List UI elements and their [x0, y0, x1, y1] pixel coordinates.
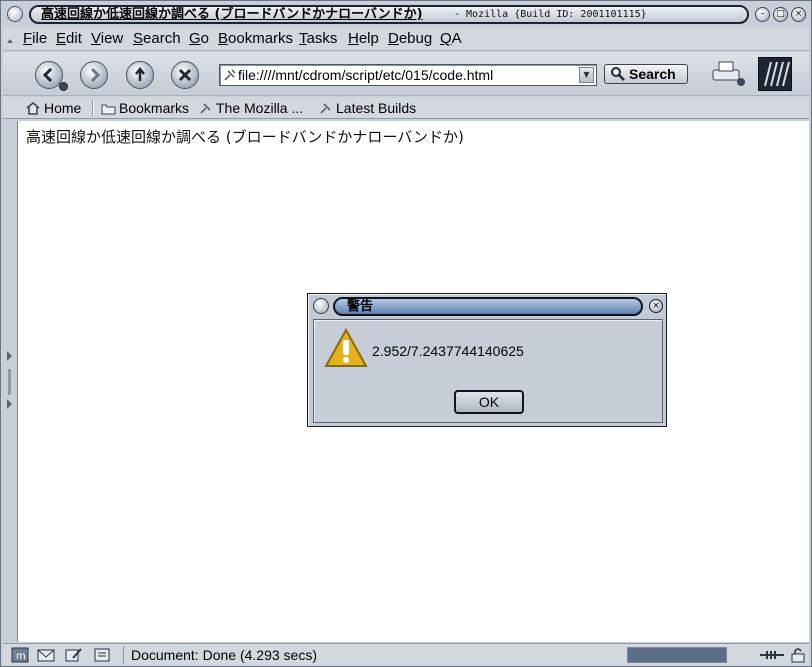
url-input[interactable] [238, 66, 578, 84]
menu-file[interactable]: File [23, 30, 47, 48]
stop-button[interactable] [171, 61, 199, 89]
magnifier-icon [611, 67, 625, 81]
close-icon[interactable]: × [791, 7, 806, 22]
home-link[interactable]: Home [25, 99, 81, 117]
back-arrow-icon [42, 67, 53, 83]
browser-window: 高速回線か低速回線か調べる (ブロードバンドかナローバンドか) - Mozill… [0, 0, 812, 667]
search-button[interactable]: Search [604, 64, 688, 84]
dialog-title: 警告 [347, 299, 374, 314]
alert-dialog: 警告 × 2.952/7.2437744140625 OK [307, 293, 667, 427]
home-icon [26, 102, 40, 115]
menu-bar: File Edit View Search Go Bookmarks Tasks… [3, 27, 809, 51]
forward-button[interactable] [80, 61, 108, 89]
menu-qa[interactable]: QA [440, 30, 462, 48]
mail-icon[interactable] [37, 647, 55, 663]
mozilla-link-label: The Mozilla ... [216, 100, 304, 116]
reload-icon [135, 66, 145, 81]
composer-icon[interactable] [65, 647, 83, 663]
minimize-icon[interactable]: – [755, 7, 770, 22]
svg-text:m: m [16, 651, 26, 662]
print-icon[interactable] [709, 58, 747, 88]
mozilla-link[interactable]: The Mozilla ... [199, 99, 303, 117]
bookmarks-menu[interactable]: Bookmarks [101, 99, 189, 117]
dialog-body: 2.952/7.2437744140625 OK [313, 319, 663, 423]
throbber-icon[interactable] [758, 57, 792, 91]
dialog-title-bar[interactable]: 警告 × [309, 295, 665, 317]
menu-search[interactable]: Search [133, 30, 181, 48]
menu-help[interactable]: Help [348, 30, 379, 48]
navigation-toolbar: ▼ Search [3, 52, 809, 96]
online-status-icon[interactable] [759, 647, 785, 663]
toolbar-separator [92, 99, 93, 117]
progress-fill [628, 648, 726, 662]
window-menu-icon[interactable] [7, 6, 23, 22]
bookmark-icon [320, 103, 331, 114]
bookmark-icon [200, 103, 211, 114]
security-lock-icon[interactable] [789, 647, 807, 663]
dialog-title-pill[interactable]: 警告 [333, 297, 643, 316]
url-dropdown-button[interactable]: ▼ [579, 67, 594, 83]
warning-icon [324, 328, 368, 367]
search-button-label: Search [629, 66, 676, 82]
sidebar-toggle-icon[interactable] [3, 121, 16, 642]
folder-icon [101, 104, 116, 114]
back-dropdown-icon[interactable] [59, 82, 68, 91]
forward-arrow-icon [90, 67, 101, 83]
ok-button[interactable]: OK [454, 390, 524, 414]
title-bar: 高速回線か低速回線か調べる (ブロードバンドかナローバンドか) - Mozill… [3, 3, 809, 25]
maximize-icon[interactable]: □ [773, 7, 788, 22]
menu-tasks[interactable]: Tasks [299, 30, 337, 48]
status-text: Document: Done (4.293 secs) [131, 647, 317, 663]
address-book-icon[interactable] [93, 647, 111, 663]
menu-edit[interactable]: Edit [56, 30, 82, 48]
window-title: 高速回線か低速回線か調べる (ブロードバンドかナローバンドか) [41, 7, 423, 22]
status-separator [123, 646, 124, 664]
dialog-close-icon[interactable]: × [649, 299, 663, 313]
reload-button[interactable] [126, 61, 154, 89]
dialog-message: 2.952/7.2437744140625 [372, 343, 524, 359]
page-heading: 高速回線か低速回線か調べる (ブロードバンドかナローバンドか) [26, 128, 464, 146]
url-bar[interactable]: ▼ [219, 64, 597, 86]
progress-meter [627, 647, 727, 663]
status-bar: m Document: Done (4.293 secs) [3, 643, 809, 665]
menu-debug[interactable]: Debug [388, 30, 432, 48]
toolbar-grip-icon[interactable] [5, 29, 15, 49]
stop-icon [178, 68, 192, 82]
dialog-menu-icon[interactable] [313, 298, 329, 314]
page-proxy-icon[interactable] [223, 68, 237, 82]
home-label: Home [44, 100, 82, 116]
latest-builds-link[interactable]: Latest Builds [319, 99, 416, 117]
latest-builds-label: Latest Builds [336, 100, 417, 116]
window-subtitle: - Mozilla {Build ID: 2001101115} [454, 9, 647, 20]
sidebar-grip[interactable] [3, 121, 16, 642]
personal-toolbar: Home Bookmarks The Mozilla ... Latest Bu… [3, 97, 809, 119]
title-pill[interactable]: 高速回線か低速回線か調べる (ブロードバンドかナローバンドか) - Mozill… [29, 5, 749, 24]
menu-bookmarks[interactable]: Bookmarks [218, 30, 293, 48]
mozilla-icon[interactable]: m [11, 647, 29, 663]
menu-go[interactable]: Go [189, 30, 209, 48]
menu-view[interactable]: View [91, 30, 123, 48]
bookmarks-label: Bookmarks [119, 100, 190, 116]
